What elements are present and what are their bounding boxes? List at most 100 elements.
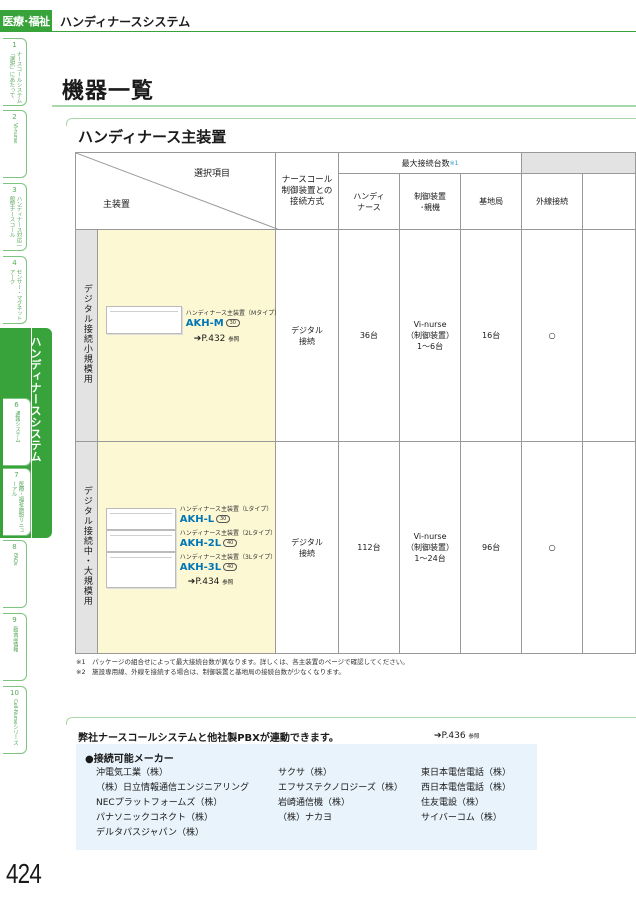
table-row: デジタル接続小規模用 ハンディナース主装置（Mタイプ） AKH-M 30 ➔P.4… (75, 229, 636, 442)
cell-extra (582, 229, 636, 442)
side-tab-3[interactable]: 3 ハンディナース対応一般型ナースコール (3, 183, 27, 251)
max-note: ※1 (449, 159, 459, 167)
side-tab-2[interactable]: 2 Vi-nurse (3, 110, 27, 178)
cell-handy: 36台 (337, 229, 400, 442)
heading-divider (52, 105, 636, 107)
side-tab-label: FAQs (12, 553, 18, 566)
cell-base: 96台 (460, 441, 523, 654)
capacity-badge: 30 (216, 515, 231, 523)
cell-connect: デジタル 接続 (275, 441, 339, 654)
side-tab-number: 3 (12, 186, 17, 194)
table-corner-cell: 選択項目 主装置 (74, 152, 280, 230)
side-tab-label: 医療・福祉施設リニューアル (10, 481, 24, 533)
capacity-badge: 40 (223, 539, 238, 547)
footnote-2: ※2 施設専用線、外線を接続する場合は、制御装置と基地局の接続台数が少なくなりま… (76, 668, 345, 676)
side-tab-number: 9 (12, 616, 17, 624)
section-frame (66, 118, 636, 126)
cell-control: Vi-nurse （制御装置） 1～6台 (398, 229, 462, 442)
model-code-text: AKH-L (179, 514, 215, 525)
row-category-label: デジタル接続中・大規模用 (81, 486, 92, 606)
side-tab-number: 1 (12, 41, 17, 49)
page-ref-text: P.434 (195, 577, 220, 587)
side-tab-label: ナースコールシステム「選択」にあたって (8, 51, 22, 103)
device-image (105, 508, 176, 530)
col-header-outer: 外線接続 (521, 173, 584, 230)
side-tab-8[interactable]: 8 FAQs (3, 540, 27, 608)
maker-item: サイバーコム（株） (421, 813, 502, 823)
device-image (105, 552, 176, 588)
col-header-blank (521, 152, 636, 174)
maker-item: （株）日立情報通信エンジニアリング (96, 783, 250, 793)
side-tab-number: 2 (12, 113, 17, 121)
maker-item: 沖電気工業（株） (96, 768, 169, 778)
pbx-ref-suffix: 参照 (468, 734, 480, 740)
maker-item: 東日本電信電話（株） (421, 768, 512, 778)
cell-outer: ○ (521, 229, 584, 442)
model-code-text: AKH-M (185, 318, 224, 329)
cell-extra (582, 441, 636, 654)
page-ref-text: P.432 (201, 334, 226, 344)
side-tab-number: 10 (10, 689, 19, 697)
col-header-max: 最大接続台数※1 (337, 152, 523, 174)
side-tab-number: 8 (12, 543, 17, 551)
page-reference[interactable]: ➔P.432 参照 (194, 334, 240, 346)
col-header-base: 基地局 (460, 173, 523, 230)
page-heading: 機器一覧 (62, 79, 155, 104)
cell-outer: ○ (521, 441, 584, 654)
device-image (105, 530, 176, 552)
cell-base: 16台 (460, 229, 523, 442)
page-reference[interactable]: ➔P.434 参照 (188, 577, 234, 589)
capacity-badge: 30 (225, 319, 240, 327)
maker-item: NECプラットフォームズ（株） (96, 798, 223, 808)
model-code[interactable]: AKH-L 30 (179, 514, 231, 525)
pbx-frame (66, 717, 636, 725)
corner-top-label: 選択項目 (194, 169, 231, 179)
maker-item: 西日本電信電話（株） (421, 783, 512, 793)
side-tab-10[interactable]: 10 Cell-Nurseシリーズ (3, 686, 27, 754)
side-tab-label: センサー・マグネットアーク (8, 269, 22, 321)
side-tab-number: 4 (12, 259, 17, 267)
side-tab-number: 7 (14, 471, 19, 479)
side-tab-number: 6 (14, 401, 19, 409)
product-cell: ハンディナース主装置（Lタイプ） AKH-L 30 ハンディナース主装置（2Lタイ… (96, 441, 276, 654)
maker-item: デルタパスジャパン（株） (96, 828, 205, 838)
side-tab-label: Cell-Nurseシリーズ (12, 699, 18, 746)
side-tab-1[interactable]: 1 ナースコールシステム「選択」にあたって (3, 38, 27, 106)
corner-bottom-label: 主装置 (103, 200, 131, 210)
pbx-heading: 弊社ナースコールシステムと他社製PBXが連動できます。 (78, 733, 339, 744)
side-tab-divider (31, 328, 32, 538)
side-tab-6[interactable]: 6 通報システム (3, 398, 31, 466)
maker-heading: ●接続可能メーカー (85, 754, 174, 765)
side-tab-4[interactable]: 4 センサー・マグネットアーク (3, 256, 27, 324)
product-cell: ハンディナース主装置（Mタイプ） AKH-M 30 ➔P.432 参照 (96, 229, 280, 442)
side-tab-label: 新商品情報 (12, 626, 18, 653)
header-divider (52, 31, 636, 32)
model-code-text: AKH-3L (179, 562, 222, 573)
maker-item: サクサ（株） (278, 768, 333, 778)
section-heading: ハンディナース主装置 (78, 128, 227, 146)
model-code[interactable]: AKH-M 30 (186, 318, 240, 329)
header-title: ハンディナースシステム (60, 15, 191, 29)
cell-handy: 112台 (337, 441, 400, 654)
col-header-connect: ナースコール 制御装置との 接続方式 (275, 152, 339, 230)
maker-item: 岩崎通信機（株） (278, 798, 351, 808)
side-tab-9[interactable]: 9 新商品情報 (3, 613, 27, 681)
maker-item: エフサステクノロジーズ（株） (278, 783, 403, 793)
row-category: デジタル接続中・大規模用 (75, 441, 98, 654)
pbx-page-reference[interactable]: ➔P.436 参照 (434, 731, 480, 741)
category-tag: 医療･福祉 (0, 10, 52, 32)
model-code[interactable]: AKH-2L 40 (179, 538, 238, 549)
maker-column-1: 沖電気工業（株） （株）日立情報通信エンジニアリング NECプラットフォームズ（… (96, 766, 249, 841)
col-header-extra (582, 173, 636, 230)
maker-column-2: サクサ（株） エフサステクノロジーズ（株） 岩崎通信機（株） （株）ナカヨ (278, 766, 403, 826)
ref-suffix: 参照 (228, 337, 240, 343)
footnote-1: ※1 パッケージの組合せによって最大接続台数が異なります。詳しくは、各主装置のペ… (76, 658, 409, 666)
side-tab-7[interactable]: 7 医療・福祉施設リニューアル (3, 468, 31, 536)
model-code[interactable]: AKH-3L 40 (179, 562, 238, 573)
model-code-text: AKH-2L (179, 538, 222, 549)
cell-connect: デジタル 接続 (275, 229, 339, 442)
maker-column-3: 東日本電信電話（株） 西日本電信電話（株） 住友電設（株） サイバーコム（株） (421, 766, 511, 826)
maker-item: 住友電設（株） (421, 798, 485, 808)
maker-item: （株）ナカヨ (278, 813, 333, 823)
col-header-control: 制御装置 ･親機 (398, 173, 462, 230)
